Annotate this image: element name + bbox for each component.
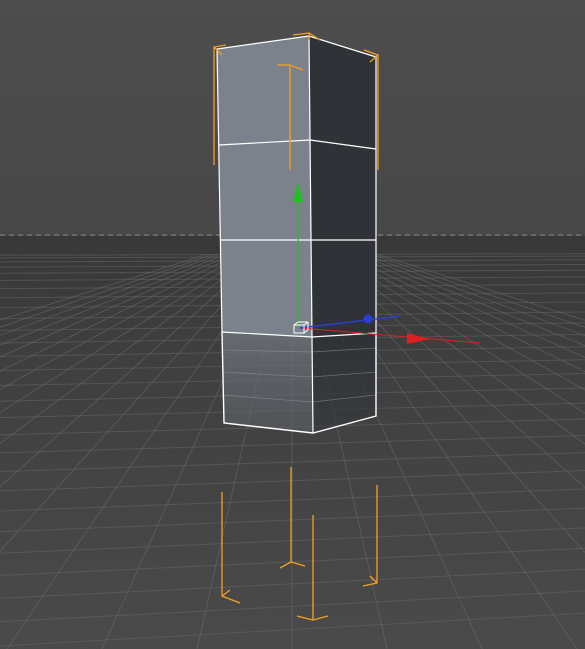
box-side-face[interactable] [309, 36, 376, 337]
viewport-scene[interactable] [0, 0, 585, 649]
3d-viewport[interactable] [0, 0, 585, 649]
z-axis-dot-icon[interactable] [363, 314, 373, 324]
box-reflection [221, 331, 377, 434]
